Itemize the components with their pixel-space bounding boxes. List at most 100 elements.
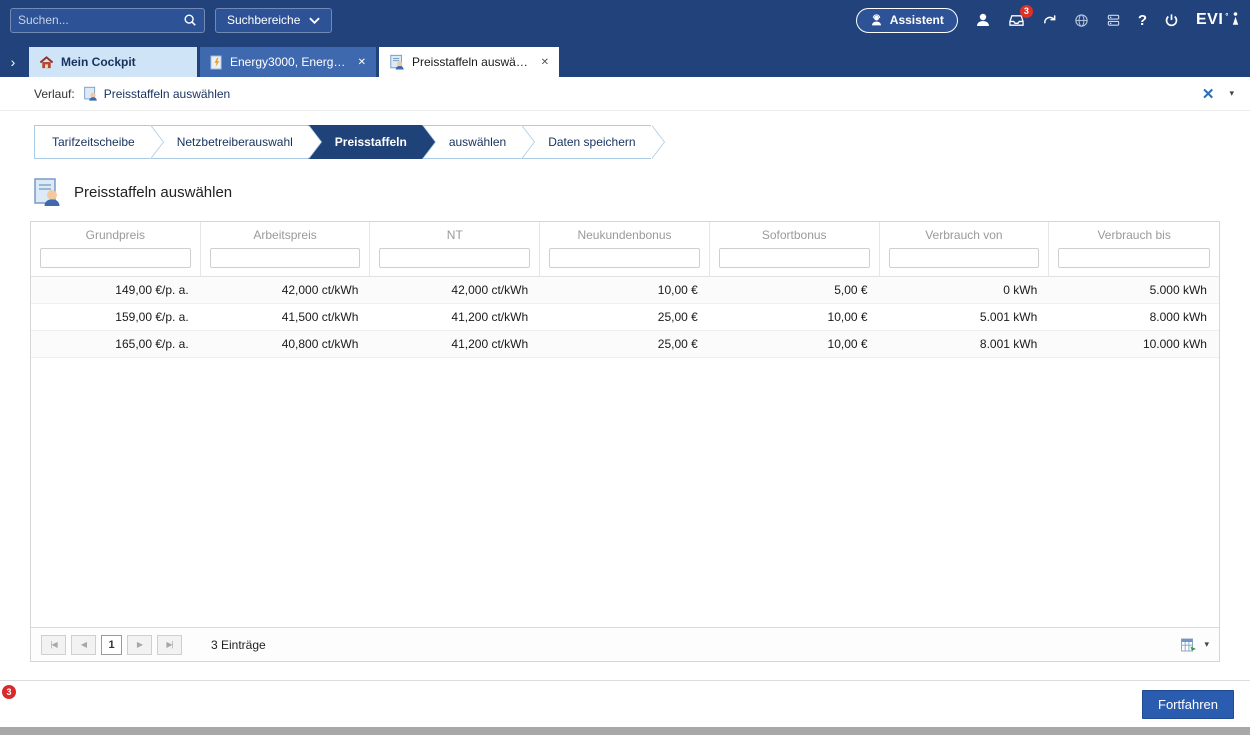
column-header-verbrauch-bis: Verbrauch bis <box>1049 222 1219 276</box>
table-cell: 149,00 €/p. a. <box>31 283 201 297</box>
column-label[interactable]: Neukundenbonus <box>549 228 700 242</box>
column-header-neukundenbonus: Neukundenbonus <box>540 222 710 276</box>
table-cell: 10.000 kWh <box>1049 337 1219 351</box>
step-preisstaffeln[interactable]: Preisstaffeln <box>308 125 422 159</box>
step-label: Preisstaffeln <box>335 135 407 149</box>
filter-input-nt[interactable] <box>379 248 530 268</box>
column-header-sofortbonus: Sofortbonus <box>710 222 880 276</box>
tab-preisstaffeln[interactable]: Preisstaffeln auswähl... ✕ <box>379 47 559 77</box>
grid-pagination: |◀ ◀ 1 ▶ ▶| 3 Einträge ▾ <box>31 627 1219 661</box>
notification-count-badge: 3 <box>1020 5 1033 18</box>
table-cell: 10,00 € <box>710 337 880 351</box>
brand-figure-icon <box>1231 11 1240 26</box>
column-label[interactable]: Grundpreis <box>40 228 191 242</box>
tab-label: Mein Cockpit <box>61 55 187 69</box>
close-view-icon[interactable]: ✕ <box>1202 85 1215 103</box>
notifications-icon[interactable]: 3 <box>1008 13 1025 28</box>
filter-input-neukundenbonus[interactable] <box>549 248 700 268</box>
tab-energy3000[interactable]: Energy3000, Energy3... ✕ <box>200 47 376 77</box>
tab-mein-cockpit[interactable]: Mein Cockpit <box>29 47 197 77</box>
step-tarifzeitscheibe[interactable]: Tarifzeitscheibe <box>34 125 150 159</box>
prev-page-button[interactable]: ◀ <box>71 635 96 655</box>
brand-logo: EVI° <box>1196 11 1240 29</box>
entry-count: 3 Einträge <box>211 638 266 652</box>
table-cell: 5.001 kWh <box>880 310 1050 324</box>
step-daten-speichern[interactable]: Daten speichern <box>521 125 650 159</box>
chevron-down-icon[interactable]: ▾ <box>1229 88 1234 99</box>
filter-input-sofortbonus[interactable] <box>719 248 870 268</box>
topbar: Suchbereiche Assistent 3 ? <box>0 0 1250 40</box>
filter-input-verbrauch-bis[interactable] <box>1058 248 1210 268</box>
filter-input-arbeitspreis[interactable] <box>210 248 361 268</box>
history-item[interactable]: Preisstaffeln auswählen <box>83 86 231 101</box>
table-row[interactable]: 165,00 €/p. a. 40,800 ct/kWh 41,200 ct/k… <box>31 331 1219 358</box>
tabbar: › Mein Cockpit Energy3000, Energy3... ✕ … <box>0 40 1250 77</box>
table-cell: 10,00 € <box>540 283 710 297</box>
step-netzbetreiberauswahl[interactable]: Netzbetreiberauswahl <box>150 125 308 159</box>
column-label[interactable]: Sofortbonus <box>719 228 870 242</box>
globe-icon[interactable] <box>1074 13 1089 28</box>
table-cell: 10,00 € <box>710 310 880 324</box>
table-cell: 25,00 € <box>540 310 710 324</box>
filter-input-grundpreis[interactable] <box>40 248 191 268</box>
database-icon[interactable] <box>1106 13 1121 28</box>
wizard-breadcrumb: Tarifzeitscheibe Netzbetreiberauswahl Pr… <box>34 125 1250 159</box>
search-input[interactable] <box>18 13 183 27</box>
last-page-button[interactable]: ▶| <box>157 635 182 655</box>
main-content: Verlauf: Preisstaffeln auswählen ✕ ▾ Tar… <box>0 77 1250 727</box>
table-cell: 165,00 €/p. a. <box>31 337 201 351</box>
chevron-down-icon <box>309 17 320 24</box>
table-cell: 5.000 kWh <box>1049 283 1219 297</box>
notification-badge-bottom-left: 3 <box>2 685 16 699</box>
column-header-grundpreis: Grundpreis <box>31 222 201 276</box>
table-cell: 42,000 ct/kWh <box>201 283 371 297</box>
export-options-chevron-icon[interactable]: ▾ <box>1204 639 1209 650</box>
next-page-button[interactable]: ▶ <box>127 635 152 655</box>
assistant-button[interactable]: Assistent <box>856 8 958 33</box>
column-header-nt: NT <box>370 222 540 276</box>
assistant-icon <box>870 14 883 27</box>
power-icon[interactable] <box>1164 13 1179 28</box>
step-label: Netzbetreiberauswahl <box>177 135 293 149</box>
window-bottom-strip <box>0 727 1250 735</box>
page-title: Preisstaffeln auswählen <box>74 184 232 201</box>
grid-body: 149,00 €/p. a. 42,000 ct/kWh 42,000 ct/k… <box>31 277 1219 627</box>
step-label: Daten speichern <box>548 135 635 149</box>
table-cell: 40,800 ct/kWh <box>201 337 371 351</box>
user-icon[interactable] <box>975 12 991 28</box>
global-search[interactable] <box>10 8 205 33</box>
column-label[interactable]: Verbrauch von <box>889 228 1040 242</box>
brand-text: EVI <box>1196 11 1223 29</box>
column-label[interactable]: Verbrauch bis <box>1058 228 1210 242</box>
person-document-icon-large <box>32 177 62 207</box>
current-page-button[interactable]: 1 <box>101 635 122 655</box>
help-icon[interactable]: ? <box>1138 12 1147 29</box>
close-icon[interactable]: ✕ <box>541 57 549 68</box>
person-document-icon <box>389 54 405 70</box>
search-areas-label: Suchbereiche <box>227 13 300 27</box>
table-cell: 25,00 € <box>540 337 710 351</box>
search-icon[interactable] <box>183 13 197 27</box>
close-icon[interactable]: ✕ <box>358 57 366 68</box>
filter-input-verbrauch-von[interactable] <box>889 248 1040 268</box>
column-label[interactable]: Arbeitspreis <box>210 228 361 242</box>
history-item-label: Preisstaffeln auswählen <box>104 87 231 101</box>
table-cell: 5,00 € <box>710 283 880 297</box>
column-label[interactable]: NT <box>379 228 530 242</box>
first-page-button[interactable]: |◀ <box>41 635 66 655</box>
table-cell: 8.000 kWh <box>1049 310 1219 324</box>
view-actions: ✕ ▾ <box>1202 85 1234 103</box>
search-areas-button[interactable]: Suchbereiche <box>215 8 332 33</box>
continue-button[interactable]: Fortfahren <box>1142 690 1234 719</box>
export-icon[interactable] <box>1180 637 1197 653</box>
table-row[interactable]: 159,00 €/p. a. 41,500 ct/kWh 41,200 ct/k… <box>31 304 1219 331</box>
redo-arrow-icon[interactable] <box>1042 13 1057 28</box>
tab-label: Energy3000, Energy3... <box>230 55 349 69</box>
table-row[interactable]: 149,00 €/p. a. 42,000 ct/kWh 42,000 ct/k… <box>31 277 1219 304</box>
table-cell: 41,200 ct/kWh <box>370 337 540 351</box>
data-grid: Grundpreis Arbeitspreis NT Neukundenbonu… <box>30 221 1220 662</box>
step-auswaehlen[interactable]: auswählen <box>422 125 521 159</box>
table-cell: 41,200 ct/kWh <box>370 310 540 324</box>
sidebar-expand-icon[interactable]: › <box>0 47 26 77</box>
brand-mark: ° <box>1225 12 1229 21</box>
